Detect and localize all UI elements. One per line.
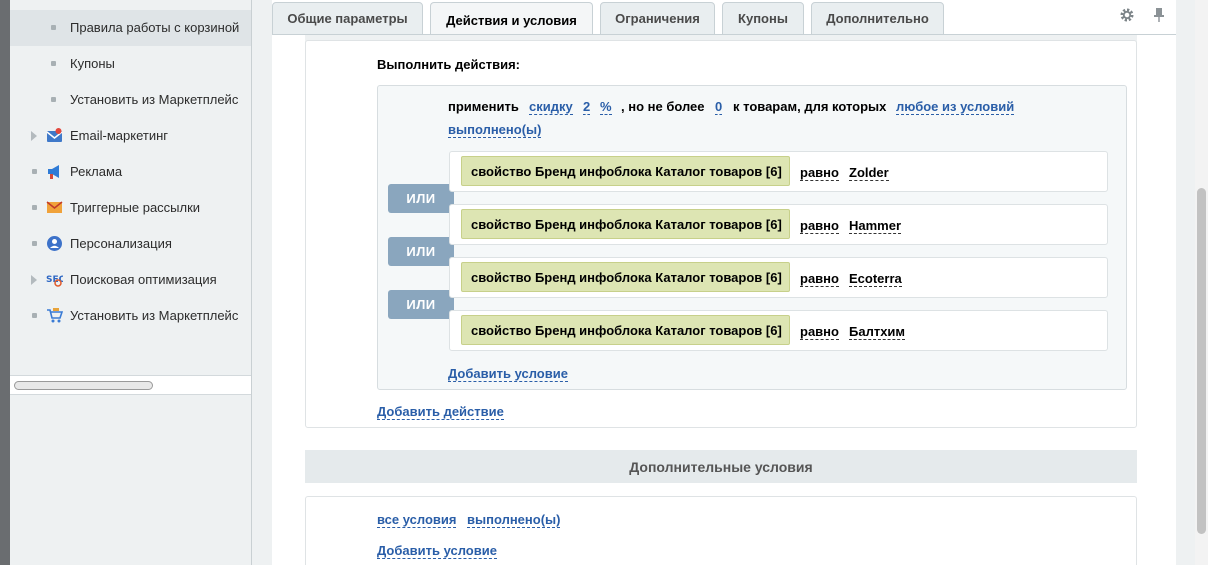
or-button[interactable]: ИЛИ [388, 237, 454, 266]
tab-label: Купоны [738, 11, 788, 26]
condition-operator-link[interactable]: равно [800, 324, 839, 340]
expand-arrow-icon[interactable] [31, 275, 37, 285]
add-action-link[interactable]: Добавить действие [377, 404, 504, 420]
sidebar-item-label: Реклама [70, 164, 123, 179]
discount-value-link[interactable]: 2 [583, 99, 591, 115]
condition-result-link[interactable]: выполнено(ы) [448, 122, 542, 138]
condition-value-link[interactable]: Hammer [849, 218, 902, 234]
tab-coupons[interactable]: Купоны [722, 2, 804, 35]
bullet-icon [32, 205, 37, 210]
bullet-icon [32, 241, 37, 246]
max-value-link[interactable]: 0 [715, 99, 723, 115]
email-marketing-icon [46, 128, 63, 142]
bullet-icon [51, 97, 56, 102]
sidebar-item-marketplace[interactable]: Установить из Маркетплейс [10, 298, 251, 334]
sidebar-item-basket-rules[interactable]: Правила работы с корзиной [10, 10, 251, 46]
fulfilled-link[interactable]: выполнено(ы) [467, 512, 561, 528]
extra-add-condition-link[interactable]: Добавить условие [377, 543, 497, 559]
condition-property[interactable]: свойство Бренд инфоблока Каталог товаров… [461, 315, 790, 345]
scrollbar-thumb[interactable] [14, 381, 153, 390]
page-vertical-scrollbar[interactable] [1195, 0, 1208, 565]
tab-general[interactable]: Общие параметры [272, 2, 423, 35]
sidebar: Правила работы с корзиной Купоны Установ… [0, 0, 252, 565]
gear-icon[interactable] [1119, 7, 1135, 23]
max-label: , но не более [621, 99, 705, 114]
condition-operator-link[interactable]: равно [800, 218, 839, 234]
bullet-icon [32, 313, 37, 318]
actions-heading: Выполнить действия: [377, 57, 520, 72]
bullet-icon [51, 25, 56, 30]
sidebar-item-label: Установить из Маркетплейс [70, 92, 239, 107]
condition-value-link[interactable]: Балтхим [849, 324, 906, 340]
condition-property[interactable]: свойство Бренд инфоблока Каталог товаров… [461, 156, 790, 186]
sidebar-item-label: Триггерные рассылки [70, 200, 201, 215]
condition-property[interactable]: свойство Бренд инфоблока Каталог товаров… [461, 262, 790, 292]
sidebar-item-ads[interactable]: Реклама [10, 154, 251, 190]
sidebar-item-trigger-mailings[interactable]: Триггерные рассылки [10, 190, 251, 226]
condition-value-link[interactable]: Ecoterra [849, 271, 902, 287]
sidebar-item-personalization[interactable]: Персонализация [10, 226, 251, 262]
condition-value-link[interactable]: Zolder [849, 165, 889, 181]
trigger-mail-icon [46, 201, 63, 213]
condition-operator-link[interactable]: равно [800, 271, 839, 287]
tab-label: Действия и условия [446, 12, 577, 28]
discount-unit-link[interactable]: % [600, 99, 612, 115]
tab-actions-conditions[interactable]: Действия и условия [430, 2, 593, 37]
sidebar-item-marketplace-install[interactable]: Установить из Маркетплейс [10, 82, 251, 118]
tab-label: Ограничения [615, 11, 700, 26]
section-title: Дополнительные условия [629, 458, 813, 475]
sidebar-item-coupons[interactable]: Купоны [10, 46, 251, 82]
extra-conditions-header: Дополнительные условия [305, 450, 1137, 483]
sidebar-rail [0, 0, 10, 565]
sidebar-horizontal-scrollbar[interactable] [10, 375, 251, 395]
sidebar-item-email-marketing[interactable]: Email-маркетинг [10, 118, 251, 154]
sidebar-item-label: Поисковая оптимизация [70, 272, 217, 287]
tab-additional[interactable]: Дополнительно [811, 2, 944, 35]
or-button[interactable]: ИЛИ [388, 290, 454, 319]
tab-restrictions[interactable]: Ограничения [600, 2, 715, 35]
condition-operator-link[interactable]: равно [800, 165, 839, 181]
pin-icon[interactable] [1151, 7, 1167, 23]
discount-type-link[interactable]: скидку [529, 99, 573, 115]
all-conditions-link[interactable]: все условия [377, 512, 457, 528]
sidebar-item-label: Email-маркетинг [70, 128, 169, 143]
sidebar-item-label: Персонализация [70, 236, 172, 251]
person-icon [47, 236, 62, 251]
expand-arrow-icon[interactable] [31, 131, 37, 141]
tab-label: Дополнительно [826, 11, 929, 26]
scrollbar-thumb[interactable] [1197, 188, 1206, 534]
megaphone-icon [48, 165, 59, 179]
sidebar-item-label: Правила работы с корзиной [70, 20, 240, 35]
goods-label: к товарам, для которых [733, 99, 887, 114]
bullet-icon [32, 169, 37, 174]
sidebar-item-label: Установить из Маркетплейс [70, 308, 239, 323]
bullet-icon [51, 61, 56, 66]
sidebar-item-seo[interactable]: SEO Поисковая оптимизация [10, 262, 251, 298]
add-condition-link[interactable]: Добавить условие [448, 366, 568, 382]
sidebar-item-label: Купоны [70, 56, 115, 71]
or-button[interactable]: ИЛИ [388, 184, 454, 213]
seo-icon: SEO [46, 275, 63, 287]
condition-mode-link[interactable]: любое из условий [896, 99, 1015, 115]
condition-property[interactable]: свойство Бренд инфоблока Каталог товаров… [461, 209, 790, 239]
tab-label: Общие параметры [287, 11, 408, 26]
apply-label: применить [448, 99, 519, 114]
cart-icon [47, 308, 63, 323]
